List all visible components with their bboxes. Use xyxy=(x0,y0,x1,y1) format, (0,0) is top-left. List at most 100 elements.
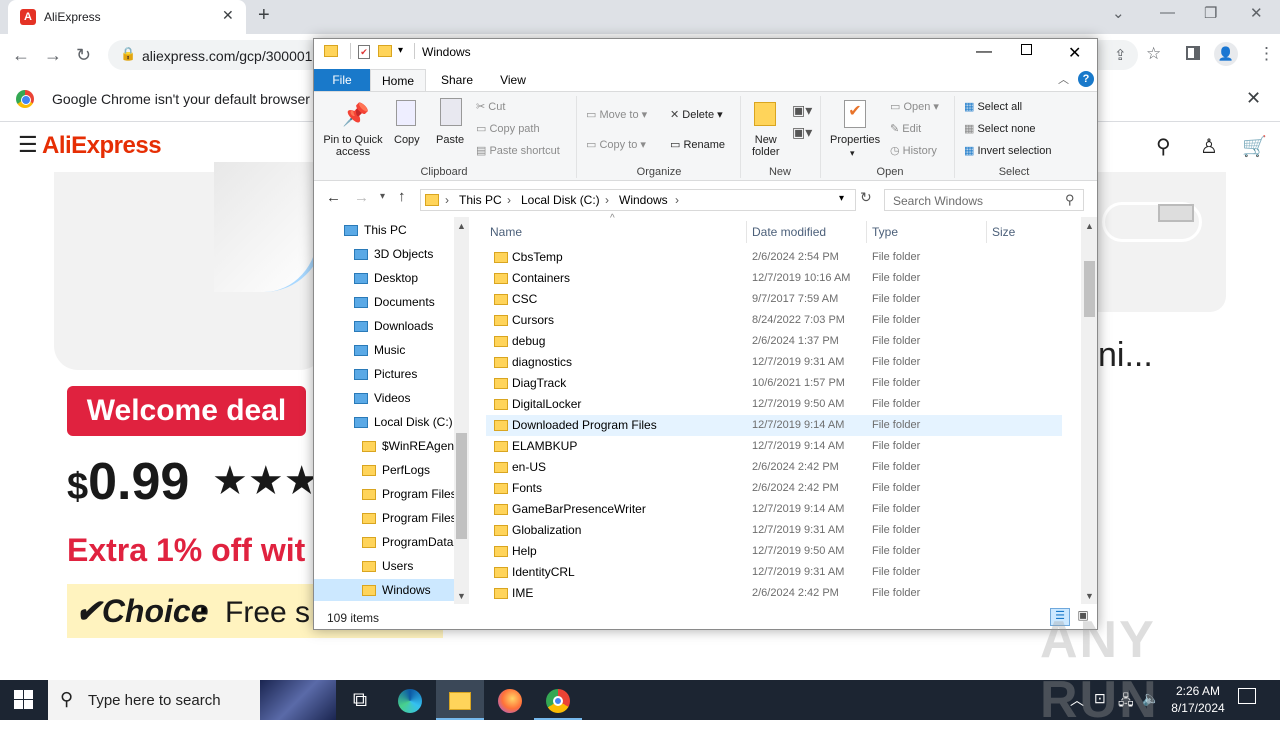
browser-tab[interactable]: A AliExpress ✕ xyxy=(8,0,246,34)
account-icon[interactable]: ♙ xyxy=(1200,134,1218,159)
paste-button[interactable]: Paste xyxy=(436,134,464,146)
column-divider[interactable] xyxy=(746,221,747,243)
move-to-button[interactable]: ▭ Move to ▾ xyxy=(586,108,647,121)
new-tab-icon[interactable]: + xyxy=(258,4,270,27)
minimize-icon[interactable]: — xyxy=(1160,4,1175,21)
new-item-icon[interactable]: ▣▾ xyxy=(792,102,812,119)
address-dropdown-icon[interactable]: ▾ xyxy=(839,193,844,204)
collapse-ribbon-icon[interactable]: ︿ xyxy=(1058,71,1069,87)
qat-dropdown-icon[interactable]: ▾ xyxy=(398,45,403,56)
file-row[interactable]: DiagTrack 10/6/2021 1:57 PM File folder xyxy=(486,373,1062,394)
invert-selection-button[interactable]: ▦ Invert selection xyxy=(964,144,1051,157)
properties-dropdown-icon[interactable]: ▾ xyxy=(850,148,855,159)
column-header-date[interactable]: Date modified xyxy=(752,225,826,239)
easy-access-icon[interactable]: ▣▾ xyxy=(792,124,812,141)
file-row[interactable]: IME 2/6/2024 2:42 PM File folder xyxy=(486,583,1062,604)
chrome-taskbar-icon[interactable] xyxy=(534,680,582,720)
up-icon[interactable]: ↑ xyxy=(398,188,406,205)
file-row[interactable]: diagnostics 12/7/2019 9:31 AM File folder xyxy=(486,352,1062,373)
nav-item[interactable]: Music xyxy=(314,339,454,361)
nav-scroll-thumb[interactable] xyxy=(456,433,467,539)
refresh-icon[interactable]: ↻ xyxy=(860,189,872,206)
tab-view[interactable]: View xyxy=(490,69,536,91)
nav-item[interactable]: Program Files xyxy=(314,483,457,505)
tab-share[interactable]: Share xyxy=(434,69,480,91)
task-view-icon[interactable]: ⧉ xyxy=(336,680,384,720)
firefox-icon[interactable] xyxy=(486,680,534,720)
scroll-up-icon[interactable]: ▲ xyxy=(1085,221,1094,231)
pin-to-quick-access-button[interactable]: Pin to Quick access xyxy=(321,134,385,158)
cut-button[interactable]: ✂ Cut xyxy=(476,100,505,113)
column-divider[interactable] xyxy=(866,221,867,243)
bookmark-star-icon[interactable]: ☆ xyxy=(1146,44,1161,64)
properties-qat-icon[interactable]: ✔ xyxy=(358,45,370,59)
nav-item[interactable]: This PC xyxy=(314,219,454,241)
history-button[interactable]: ◷ History xyxy=(890,144,937,157)
chrome-menu-icon[interactable]: ⋮ xyxy=(1258,44,1275,64)
forward-icon[interactable]: → xyxy=(44,45,62,66)
explorer-address-bar[interactable]: › This PC › Local Disk (C:) › Windows › … xyxy=(420,189,856,211)
recent-locations-icon[interactable]: ▾ xyxy=(380,191,385,202)
file-row[interactable]: ELAMBKUP 12/7/2019 9:14 AM File folder xyxy=(486,436,1062,457)
file-row[interactable]: IdentityCRL 12/7/2019 9:31 AM File folder xyxy=(486,562,1062,583)
aliexpress-logo[interactable]: AliExpress xyxy=(42,132,162,160)
file-list-scrollbar[interactable]: ▲ ▼ xyxy=(1081,217,1097,604)
file-row[interactable]: GameBarPresenceWriter 12/7/2019 9:14 AM Fi… xyxy=(486,499,1062,520)
column-header-name[interactable]: Name xyxy=(490,225,522,239)
file-row[interactable]: Downloaded Program Files 12/7/2019 9:14 A… xyxy=(486,415,1062,436)
file-row[interactable]: DigitalLocker 12/7/2019 9:50 AM File folde… xyxy=(486,394,1062,415)
product-image-right[interactable] xyxy=(1098,172,1226,312)
rename-button[interactable]: ▭ Rename xyxy=(670,138,725,151)
restore-icon[interactable]: ❐ xyxy=(1204,4,1217,22)
scroll-down-icon[interactable]: ▼ xyxy=(1085,591,1094,601)
copy-button[interactable]: Copy xyxy=(394,134,420,146)
windows-start-icon[interactable] xyxy=(14,690,34,710)
file-row[interactable]: Help 12/7/2019 9:50 AM File folder xyxy=(486,541,1062,562)
nav-item[interactable]: ProgramData xyxy=(314,531,454,553)
nav-item[interactable]: Pictures xyxy=(314,363,454,385)
nav-item[interactable]: Local Disk (C:) xyxy=(314,411,454,433)
copy-path-button[interactable]: ▭ Copy path xyxy=(476,122,540,135)
search-box[interactable]: Search Windows ⚲ xyxy=(884,189,1084,211)
close-window-icon[interactable]: ✕ xyxy=(1250,4,1263,22)
file-explorer-taskbar-icon[interactable] xyxy=(436,680,484,720)
nav-item[interactable]: 3D Objects xyxy=(314,243,454,265)
minimize-icon[interactable]: — xyxy=(976,43,992,61)
scroll-up-icon[interactable]: ▲ xyxy=(457,221,466,231)
nav-item[interactable]: Program Files xyxy=(314,507,457,529)
forward-icon[interactable]: → xyxy=(354,189,369,206)
open-button[interactable]: ▭ Open ▾ xyxy=(890,100,939,113)
file-row[interactable]: en-US 2/6/2024 2:42 PM File folder xyxy=(486,457,1062,478)
nav-item[interactable]: PerfLogs xyxy=(314,459,454,481)
reload-icon[interactable]: ↻ xyxy=(76,45,91,66)
maximize-icon[interactable] xyxy=(1021,44,1032,55)
nav-item[interactable]: Windows xyxy=(314,579,454,601)
file-scroll-thumb[interactable] xyxy=(1084,261,1095,317)
delete-button[interactable]: ✕ Delete ▾ xyxy=(670,108,723,121)
tab-close-icon[interactable]: ✕ xyxy=(222,7,234,24)
paste-shortcut-button[interactable]: ▤ Paste shortcut xyxy=(476,144,560,157)
search-icon[interactable]: ⚲ xyxy=(1156,134,1171,159)
column-header-type[interactable]: Type xyxy=(872,225,898,239)
infobar-close-icon[interactable]: ✕ xyxy=(1246,88,1261,109)
nav-item[interactable]: Documents xyxy=(314,291,454,313)
nav-item[interactable]: Videos xyxy=(314,387,454,409)
file-row[interactable]: debug 2/6/2024 1:37 PM File folder xyxy=(486,331,1062,352)
profile-avatar[interactable]: 👤 xyxy=(1214,42,1238,66)
tab-search-icon[interactable]: ⌄ xyxy=(1112,4,1125,22)
product-image[interactable] xyxy=(54,162,324,370)
nav-item[interactable]: $WinREAgent xyxy=(314,435,457,457)
nav-scrollbar[interactable]: ▲ ▼ xyxy=(454,217,469,604)
right-product-title[interactable]: ni... xyxy=(1098,336,1153,375)
breadcrumb-local-disk[interactable]: Local Disk (C:) xyxy=(521,193,600,207)
side-panel-icon[interactable] xyxy=(1186,46,1200,60)
file-row[interactable]: CbsTemp 2/6/2024 2:54 PM File folder xyxy=(486,247,1062,268)
copy-to-button[interactable]: ▭ Copy to ▾ xyxy=(586,138,646,151)
help-icon[interactable]: ? xyxy=(1078,71,1094,87)
back-icon[interactable]: ← xyxy=(12,45,30,66)
nav-item[interactable]: Users xyxy=(314,555,454,577)
new-folder-button[interactable]: New folder xyxy=(752,134,780,158)
edit-button[interactable]: ✎ Edit xyxy=(890,122,921,135)
nav-item[interactable]: Desktop xyxy=(314,267,454,289)
scroll-down-icon[interactable]: ▼ xyxy=(457,591,466,601)
